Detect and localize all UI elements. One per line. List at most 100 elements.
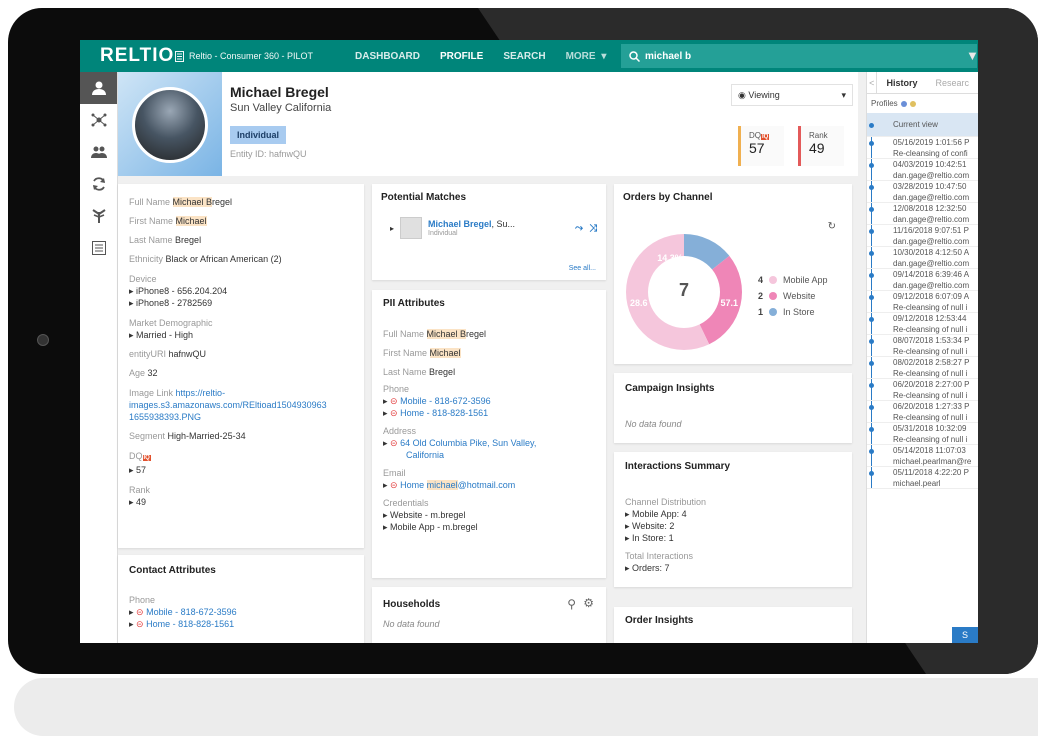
age-value: 32: [147, 368, 158, 378]
caret-down-icon: ▾: [601, 50, 607, 62]
history-item[interactable]: 06/20/2018 2:27:00 P Re-cleansing of null…: [867, 379, 978, 401]
device-item[interactable]: ▸ iPhone8 - 656.204.204: [118, 285, 364, 297]
viewing-dropdown[interactable]: ◉ Viewing ▾: [731, 84, 853, 106]
email-item[interactable]: ▸ ⊝ Home michael@hotmail.com: [372, 479, 606, 491]
history-panel: < History Researc Profiles Current view …: [866, 72, 978, 643]
history-item[interactable]: 09/14/2018 6:39:46 A dan.gage@reltio.com: [867, 269, 978, 291]
nav-more-label: MORE: [565, 50, 596, 62]
relations-icon[interactable]: [80, 136, 117, 168]
total-label: Total Interactions: [625, 551, 694, 561]
channel-item[interactable]: ▸ In Store: 1: [614, 532, 852, 544]
timeline-dot: [869, 207, 874, 212]
history-item[interactable]: 12/08/2018 12:32:50 dan.gage@reltio.com: [867, 203, 978, 225]
hierarchy-icon[interactable]: [80, 200, 117, 232]
history-item[interactable]: 08/02/2018 2:58:27 P Re-cleansing of null…: [867, 357, 978, 379]
history-item[interactable]: 05/11/2018 4:22:20 P michael.pearl: [867, 467, 978, 489]
last-name-row: Last Name Bregel: [372, 367, 606, 377]
ethnicity-value: Black or African American (2): [165, 254, 282, 264]
match-name[interactable]: Michael Bregel: [428, 219, 492, 229]
entity-id: Entity ID: hafnwQU: [230, 149, 307, 159]
history-date: 09/12/2018 12:53:44: [893, 314, 967, 323]
nav-profile[interactable]: PROFILE: [430, 51, 493, 62]
history-note: Re-cleansing of null i: [893, 369, 968, 378]
address-label: Address: [383, 426, 417, 436]
sync-icon[interactable]: [80, 168, 117, 200]
history-item[interactable]: 11/16/2018 9:07:51 P dan.gage@reltio.com: [867, 225, 978, 247]
filter-icon[interactable]: ▼: [966, 40, 978, 72]
timeline-dot: [869, 449, 874, 454]
nav-search[interactable]: SEARCH: [493, 51, 555, 62]
history-item[interactable]: 09/12/2018 6:07:09 A Re-cleansing of null…: [867, 291, 978, 313]
history-item[interactable]: 08/07/2018 1:53:34 P Re-cleansing of null…: [867, 335, 978, 357]
history-item[interactable]: 05/14/2018 11:07:03 michael.pearlman@re: [867, 445, 978, 467]
channel-item[interactable]: ▸ Website: 2: [614, 520, 852, 532]
image-link-cont[interactable]: 1655938393.PNG: [118, 411, 364, 423]
first-name-row: First Name Michael: [118, 216, 364, 226]
device-item[interactable]: ▸ iPhone8 - 2782569: [118, 297, 364, 309]
viewing-selected: ◉ Viewing: [738, 90, 780, 101]
total-item[interactable]: ▸ Orders: 7: [614, 562, 852, 574]
tab-research[interactable]: Researc: [926, 78, 978, 88]
address-item[interactable]: ▸ ⊝ 64 Old Columbia Pike, Sun Valley,: [372, 437, 606, 449]
history-item[interactable]: 04/03/2019 10:42:51 dan.gage@reltio.com: [867, 159, 978, 181]
nav-more[interactable]: MORE ▾: [556, 51, 617, 62]
attr-label: entityURI: [129, 349, 167, 359]
history-note: dan.gage@reltio.com: [893, 171, 970, 180]
rank-attr-item[interactable]: ▸ 49: [118, 496, 364, 508]
history-item[interactable]: 06/20/2018 1:27:33 P Re-cleansing of null…: [867, 401, 978, 423]
tab-history[interactable]: History: [877, 78, 926, 88]
merge-icon[interactable]: ⤳: [575, 223, 583, 234]
phone-item[interactable]: ▸ ⊝ Home - 818-828-1561: [372, 407, 606, 419]
tenant-selector[interactable]: Reltio - Consumer 360 - PILOT: [175, 50, 345, 62]
phone-item[interactable]: ▸ ⊝ Mobile - 818-672-3596: [372, 395, 606, 407]
see-all-link[interactable]: See all...: [569, 265, 596, 272]
history-note: Re-cleansing of null i: [893, 347, 968, 356]
phone-value: Mobile - 818-672-3596: [400, 396, 491, 406]
address-cont[interactable]: California: [372, 449, 606, 461]
image-link-cont[interactable]: images.s3.amazonaws.com/REltioad15049309…: [118, 399, 364, 411]
history-current[interactable]: Current view: [867, 113, 978, 137]
legend-item[interactable]: 1 In Store: [758, 307, 828, 317]
market-item[interactable]: ▸ Married - High: [118, 329, 364, 341]
reltio-logo[interactable]: RELTIO: [80, 45, 175, 67]
graph-view-icon[interactable]: [80, 104, 117, 136]
profile-view-icon[interactable]: [80, 72, 117, 104]
history-item[interactable]: 05/31/2018 10:32:09 Re-cleansing of null …: [867, 423, 978, 445]
card-title: Interactions Summary: [625, 461, 731, 472]
entityuri-value: hafnwQU: [168, 349, 207, 359]
search-icon[interactable]: ⚲: [567, 597, 576, 611]
history-note: Re-cleansing of null i: [893, 391, 968, 400]
gear-icon[interactable]: ⚙: [583, 596, 594, 610]
legend-item[interactable]: 2 Website: [758, 291, 828, 301]
history-note: Re-cleansing of null i: [893, 325, 968, 334]
chevron-left-icon[interactable]: <: [867, 72, 878, 94]
history-item[interactable]: 09/12/2018 12:53:44 Re-cleansing of null …: [867, 313, 978, 335]
legend-item[interactable]: 4 Mobile App: [758, 275, 828, 285]
viewing-label: Viewing: [748, 89, 780, 100]
image-link[interactable]: https://reltio-: [176, 388, 226, 398]
global-search-input[interactable]: michael b: [621, 44, 977, 68]
refresh-icon[interactable]: ↻: [828, 221, 836, 232]
history-item[interactable]: 03/28/2019 10:47:50 dan.gage@reltio.com: [867, 181, 978, 203]
nav-dashboard[interactable]: DASHBOARD: [345, 51, 430, 62]
attr-label: First Name: [129, 216, 174, 226]
credential-item[interactable]: ▸ Website - m.bregel: [372, 509, 606, 521]
app-screen: RELTIO Reltio - Consumer 360 - PILOT DAS…: [80, 40, 978, 643]
list-icon[interactable]: [80, 232, 117, 264]
shuffle-icon[interactable]: ⤨: [589, 223, 597, 234]
profile-avatar[interactable]: [118, 72, 222, 176]
phone-item[interactable]: ▸ ⊝ Home - 818-828-1561: [118, 618, 364, 630]
history-item[interactable]: 10/30/2018 4:12:50 A dan.gage@reltio.com: [867, 247, 978, 269]
match-item[interactable]: ▸ Michael Bregel, Su... Individual ⤳ ⤨: [372, 211, 606, 239]
history-action-button[interactable]: S: [952, 627, 978, 643]
caret-right-icon: ▸: [625, 521, 630, 531]
channel-item[interactable]: ▸ Mobile App: 4: [614, 508, 852, 520]
history-item[interactable]: 05/16/2019 1:01:56 P Re-cleansing of conf…: [867, 137, 978, 159]
history-note: dan.gage@reltio.com: [893, 281, 970, 290]
credential-item[interactable]: ▸ Mobile App - m.bregel: [372, 521, 606, 533]
dq-attr-item[interactable]: ▸ 57: [118, 464, 364, 476]
profiles-filter[interactable]: Profiles: [867, 94, 978, 113]
channel-value: Mobile App: 4: [632, 509, 687, 519]
email-prefix: Home: [400, 480, 427, 490]
phone-item[interactable]: ▸ ⊝ Mobile - 818-672-3596: [118, 606, 364, 618]
